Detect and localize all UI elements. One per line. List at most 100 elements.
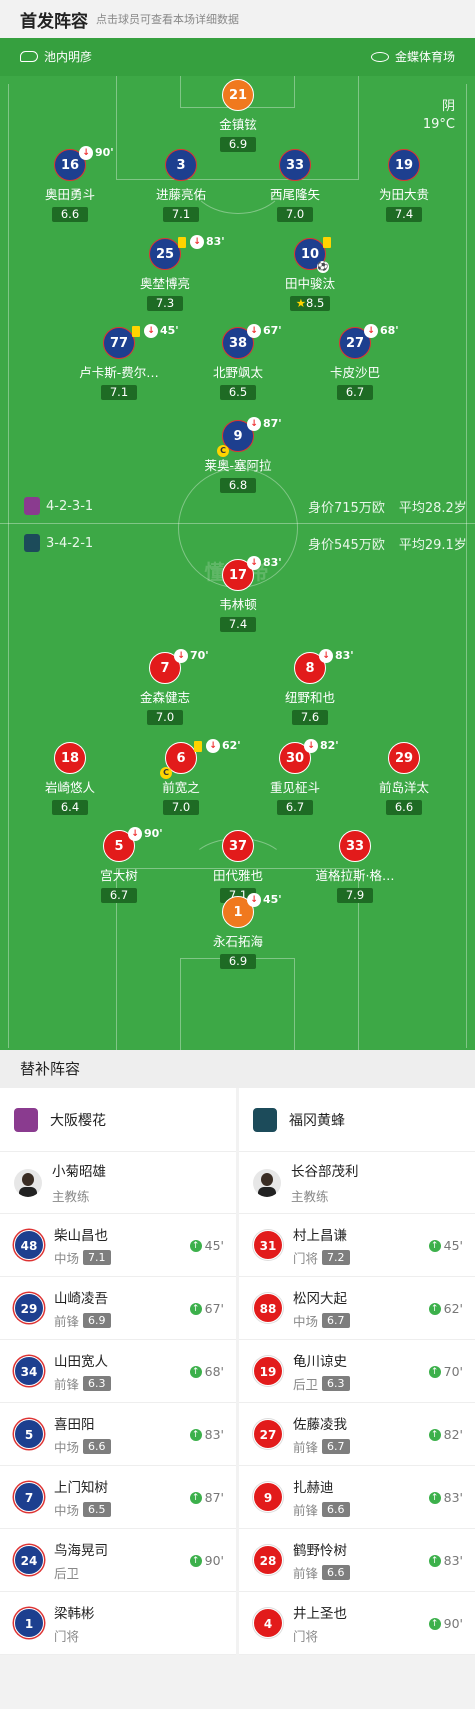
player-number: 28 [253, 1545, 283, 1575]
player-number-text: 1 [233, 905, 243, 920]
player-marker[interactable]: 38 ↓ 67' 北野飒太 6.5 [178, 324, 298, 400]
weather-condition: 阴 [441, 99, 455, 114]
referee: 池内明彦 [20, 48, 92, 65]
player-marker[interactable]: 9 ↓ 87' C 莱奥-塞阿拉 6.8 [178, 417, 298, 493]
sub-out-icon: ↓ [174, 649, 188, 663]
player-number-text: 37 [228, 839, 248, 854]
player-marker[interactable]: 77 ↓ 45' 卢卡斯-费尔… 7.1 [59, 324, 179, 400]
player-marker[interactable]: 7 ↓ 70' 金森健志 7.0 [105, 649, 225, 725]
sub-out-icon: ↓ [247, 324, 261, 338]
player-rating: 6.7 [277, 800, 313, 815]
sub-player-row[interactable]: 5 喜田阳 中场 6.6 ↑ 83' [0, 1403, 236, 1466]
sub-in-icon: ↑ [189, 1491, 202, 1504]
sub-player-row[interactable]: 29 山崎凌吾 前锋 6.9 ↑ 67' [0, 1277, 236, 1340]
player-rating: 6.6 [83, 1438, 111, 1454]
sub-in-time: ↑ 90' [428, 1616, 463, 1631]
player-rating-value: 6.6 [394, 800, 414, 814]
sub-time: 67' [263, 324, 282, 337]
player-number-text: 19 [394, 158, 414, 173]
player-marker[interactable]: 8 ↓ 83' 纽野和也 7.6 [250, 649, 370, 725]
player-number-text: 21 [228, 88, 248, 103]
player-marker[interactable]: 33 西尾隆矢 7.0 [235, 149, 355, 222]
player-marker[interactable]: 29 前岛洋太 6.6 [344, 742, 464, 815]
player-name: 纽野和也 [284, 690, 335, 705]
player-number-text: 18 [60, 751, 80, 766]
player-number-text: 38 [228, 336, 248, 351]
player-meta: 前锋 6.6 [293, 1563, 350, 1582]
player-rating: 6.3 [83, 1375, 111, 1391]
player-marker[interactable]: 3 进藤亮佑 7.1 [121, 149, 241, 222]
whistle-icon [20, 51, 38, 62]
player-number-text: 77 [109, 336, 129, 351]
player-marker[interactable]: 6 ↓ 62' C 前宽之 7.0 [121, 739, 241, 815]
sub-player-row[interactable]: 4 井上圣也 门将 ↑ 90' [239, 1592, 475, 1655]
player-marker[interactable]: 1 ↓ 45' 永石拓海 6.9 [178, 893, 298, 969]
sub-out-icon: ↓ [304, 739, 318, 753]
player-number: 29 [14, 1293, 44, 1323]
sub-player-row[interactable]: 7 上门知树 中场 6.5 ↑ 87' [0, 1466, 236, 1529]
sub-player-row[interactable]: 24 鸟海晃司 后卫 ↑ 90' [0, 1529, 236, 1592]
coach-row[interactable]: 小菊昭雄 主教练 [0, 1152, 236, 1214]
player-marker[interactable]: 18 岩崎悠人 6.4 [10, 742, 130, 815]
player-marker[interactable]: 17 ↓ 83' 韦林顿 7.4 [178, 556, 298, 632]
player-rating: ★8.5 [289, 296, 331, 311]
player-marker[interactable]: 30 ↓ 82' 重见柾斗 6.7 [235, 739, 355, 815]
sub-player-row[interactable]: 34 山田宽人 前锋 6.3 ↑ 68' [0, 1340, 236, 1403]
sub-time: 68' [380, 324, 399, 337]
player-rating: 6.9 [83, 1312, 111, 1328]
sub-player-row[interactable]: 9 扎赫迪 前锋 6.6 ↑ 83' [239, 1466, 475, 1529]
sub-in-icon: ↑ [428, 1491, 441, 1504]
player-marker[interactable]: 5 ↓ 90' 宫大树 6.7 [59, 827, 179, 903]
sub-player-info: 扎赫迪 前锋 6.6 [293, 1476, 350, 1519]
player-marker[interactable]: 25 ↓ 83' 奥埜博亮 7.3 [105, 235, 225, 311]
coach-row[interactable]: 长谷部茂利 主教练 [239, 1152, 475, 1214]
player-name: 重见柾斗 [269, 780, 320, 795]
player-marker[interactable]: 16 ↓ 90' 奥田勇斗 6.6 [10, 146, 130, 222]
player-marker[interactable]: 27 ↓ 68' 卡皮沙巴 6.7 [295, 324, 415, 400]
sub-player-row[interactable]: 48 柴山昌也 中场 7.1 ↑ 45' [0, 1214, 236, 1277]
sub-player-info: 山田宽人 前锋 6.3 [54, 1350, 111, 1393]
player-meta: 中场 6.6 [54, 1437, 111, 1456]
cerezo-crest-icon [14, 1107, 38, 1132]
player-position: 中场 [54, 1250, 80, 1266]
player-number: 1 ↓ 45' [222, 893, 282, 928]
player-name: 卡皮沙巴 [329, 365, 380, 380]
sub-in-icon: ↑ [428, 1302, 441, 1315]
match-info-bar: 池内明彦 金蝶体育场 [0, 38, 475, 76]
sub-time: 83' [335, 649, 354, 662]
player-number: 17 ↓ 83' [222, 556, 282, 591]
player-marker[interactable]: 19 为田大贵 7.4 [344, 149, 464, 222]
sub-in-time: ↑ 83' [428, 1553, 463, 1568]
player-name: 进藤亮佑 [155, 187, 206, 202]
sub-in-icon: ↑ [428, 1617, 441, 1630]
player-rating: 6.6 [322, 1564, 350, 1580]
player-meta: 中场 6.7 [293, 1311, 350, 1330]
sub-player-row[interactable]: 28 鹤野怜树 前锋 6.6 ↑ 83' [239, 1529, 475, 1592]
player-name: 佐藤凌我 [293, 1416, 347, 1433]
player-rating-value: 6.7 [345, 385, 365, 399]
player-position: 前锋 [293, 1565, 319, 1581]
player-name: 柴山昌也 [54, 1227, 108, 1244]
player-rating: 6.7 [101, 888, 137, 903]
home-value: 身价545万欧 [308, 538, 385, 553]
player-name: 前宽之 [162, 780, 200, 795]
player-marker[interactable]: 10 ⚽ 田中骏汰 ★8.5 [250, 237, 370, 311]
home-stats: 身价545万欧 平均29.1岁 [308, 534, 467, 553]
sub-player-row[interactable]: 27 佐藤凌我 前锋 6.7 ↑ 82' [239, 1403, 475, 1466]
sub-player-row[interactable]: 1 梁韩彬 门将 [0, 1592, 236, 1655]
avispa-crest-icon [24, 534, 40, 552]
player-rating: 6.6 [386, 800, 422, 815]
sub-player-row[interactable]: 19 龟川谅史 后卫 6.3 ↑ 70' [239, 1340, 475, 1403]
player-name: 莱奥-塞阿拉 [204, 458, 272, 473]
sub-player-row[interactable]: 88 松冈大起 中场 6.7 ↑ 62' [239, 1277, 475, 1340]
sub-player-row[interactable]: 31 村上昌谦 门将 7.2 ↑ 45' [239, 1214, 475, 1277]
player-marker[interactable]: 33 道格拉斯·格… 7.9 [295, 830, 415, 903]
player-name: 岩崎悠人 [44, 780, 95, 795]
sub-player-info: 梁韩彬 门将 [54, 1602, 95, 1645]
team-row[interactable]: 大阪樱花 [0, 1088, 236, 1152]
sub-player-info: 村上昌谦 门将 7.2 [293, 1224, 350, 1267]
player-marker[interactable]: 21 金镇铉 6.9 [178, 79, 298, 152]
sub-in-icon: ↑ [189, 1554, 202, 1567]
team-row[interactable]: 福冈黄蜂 [239, 1088, 475, 1152]
player-meta: 门将 [293, 1626, 347, 1645]
